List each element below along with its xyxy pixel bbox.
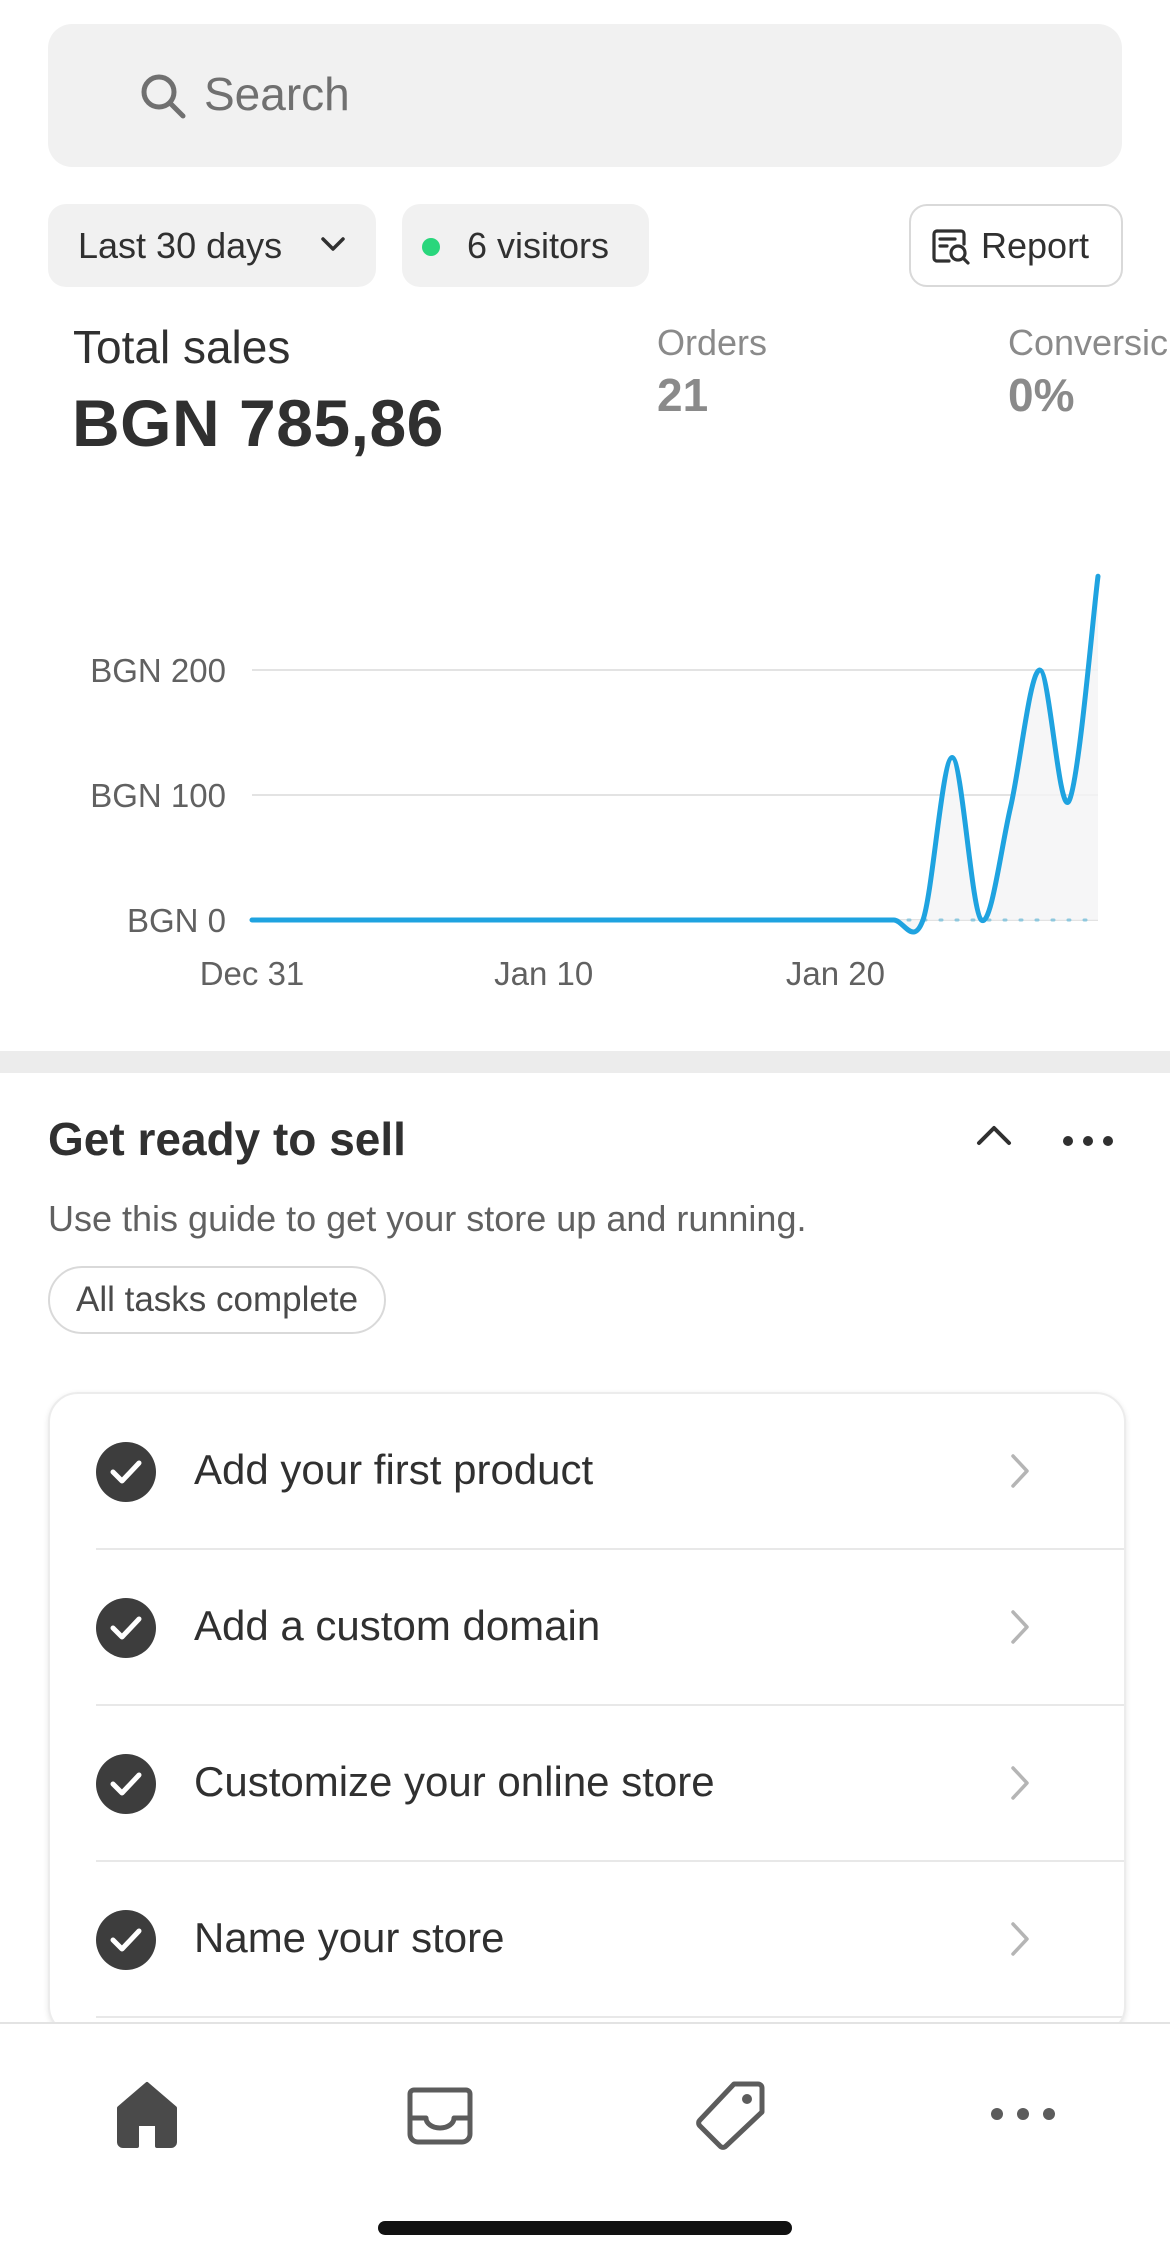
report-button[interactable]: Report — [909, 204, 1123, 287]
orders-label[interactable]: Orders — [657, 322, 767, 364]
guide-subtitle: Use this guide to get your store up and … — [48, 1198, 807, 1239]
y-tick-label: BGN 0 — [127, 902, 226, 939]
chevron-down-icon — [321, 237, 345, 251]
tag-icon[interactable] — [692, 2074, 772, 2154]
x-tick-label: Dec 31 — [200, 955, 305, 992]
date-range-label: Last 30 days — [78, 224, 283, 266]
task-row[interactable]: Add your first product — [50, 1394, 1124, 1550]
inbox-icon[interactable] — [400, 2074, 480, 2154]
guide-title: Get ready to sell — [48, 1113, 406, 1165]
home-icon[interactable] — [107, 2074, 187, 2154]
task-label: Add a custom domain — [194, 1602, 601, 1649]
total-sales-label: Total sales — [73, 321, 291, 373]
date-range-selector[interactable]: Last 30 days — [48, 204, 376, 287]
chevron-up-icon[interactable] — [974, 1122, 1014, 1148]
check-circle-icon — [96, 1910, 156, 1970]
orders-value: 21 — [657, 369, 709, 421]
check-circle-icon — [96, 1442, 156, 1502]
live-indicator-dot — [422, 238, 440, 256]
more-icon[interactable] — [983, 2074, 1063, 2154]
row-divider — [96, 2016, 1124, 2018]
task-label: Name your store — [194, 1914, 505, 1961]
sales-chart: BGN 0 BGN 100 BGN 200 Dec 31 Jan 10 Jan 20 — [90, 573, 1101, 992]
search-icon — [141, 74, 186, 119]
more-options-icon[interactable] — [1062, 1128, 1114, 1154]
task-label: Add your first product — [194, 1446, 594, 1493]
chevron-right-icon — [1011, 1610, 1029, 1644]
search-placeholder: Search — [204, 68, 350, 120]
conversion-label[interactable]: Conversic — [1008, 322, 1168, 364]
task-list-card: Add your first product Add a custom doma… — [48, 1392, 1126, 2036]
task-row[interactable]: Add a custom domain — [50, 1550, 1124, 1706]
check-circle-icon — [96, 1754, 156, 1814]
y-tick-label: BGN 100 — [90, 777, 226, 814]
check-circle-icon — [96, 1598, 156, 1658]
total-sales-value: BGN 785,86 — [72, 386, 444, 460]
task-row[interactable]: Name your store — [50, 1862, 1124, 2018]
chevron-right-icon — [1011, 1766, 1029, 1800]
task-row[interactable]: Customize your online store — [50, 1706, 1124, 1862]
task-label: Customize your online store — [194, 1758, 715, 1805]
chevron-right-icon — [1011, 1922, 1029, 1956]
report-icon — [932, 228, 970, 265]
sales-series-line — [249, 573, 1101, 935]
section-divider — [0, 1051, 1170, 1073]
y-tick-label: BGN 200 — [90, 652, 226, 689]
search-bar[interactable]: Search — [48, 24, 1122, 167]
chevron-right-icon — [1011, 1454, 1029, 1488]
live-visitors-chip[interactable]: 6 visitors — [402, 204, 649, 287]
status-badge: All tasks complete — [48, 1266, 387, 1334]
x-tick-label: Jan 20 — [786, 955, 885, 992]
visitors-label: 6 visitors — [467, 224, 610, 266]
report-label: Report — [981, 224, 1090, 266]
home-indicator — [378, 2221, 792, 2235]
x-tick-label: Jan 10 — [494, 955, 593, 992]
conversion-value: 0% — [1008, 369, 1075, 421]
